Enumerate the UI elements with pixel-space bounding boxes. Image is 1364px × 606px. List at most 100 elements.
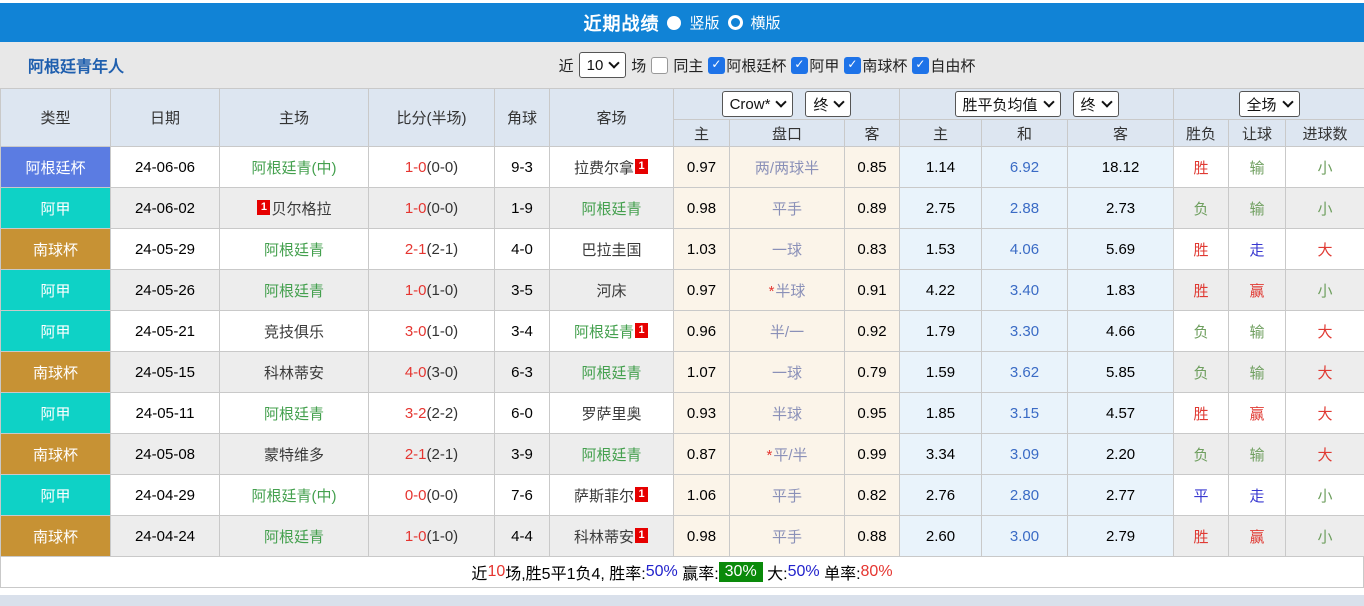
euro-away-odds: 1.83 [1068, 270, 1174, 311]
asian-final-select[interactable]: 终 [805, 91, 851, 117]
team-link[interactable]: 阿根廷青 [264, 529, 324, 546]
home-team-cell: 阿根廷青 [220, 229, 369, 270]
goals-cell: 小 [1286, 188, 1364, 229]
checked-checkbox-icon[interactable] [708, 57, 725, 74]
own-goal-badge: 1 [635, 487, 648, 502]
result-cell: 负 [1174, 434, 1229, 475]
asian-home-odds: 0.97 [674, 270, 730, 311]
score-cell: 3-2(2-2) [369, 393, 495, 434]
own-goal-badge: 1 [635, 528, 648, 543]
league-filter-argentina-cup[interactable]: 阿根廷杯 [708, 55, 786, 76]
match-date: 24-05-11 [111, 393, 220, 434]
team-link[interactable]: 罗萨里奥 [581, 406, 641, 423]
chevron-down-icon [1043, 96, 1054, 107]
asian-home-odds: 0.97 [674, 147, 730, 188]
euro-away-odds: 2.77 [1068, 475, 1174, 516]
team-link[interactable]: 竞技俱乐 [264, 324, 324, 341]
asian-away-odds: 0.85 [845, 147, 900, 188]
same-home-checkbox[interactable] [651, 57, 668, 74]
match-date: 24-05-15 [111, 352, 220, 393]
horizontal-layout-label[interactable]: 横版 [751, 12, 781, 33]
team-link[interactable]: 拉费尔拿 [574, 160, 634, 177]
checked-checkbox-icon[interactable] [912, 57, 929, 74]
away-team-cell: 阿根廷青 [550, 352, 674, 393]
match-date: 24-06-02 [111, 188, 220, 229]
league-badge: 南球杯 [1, 434, 111, 475]
team-link[interactable]: 阿根廷青 [264, 406, 324, 423]
result-cell: 平 [1174, 475, 1229, 516]
euro-draw-odds: 2.80 [982, 475, 1068, 516]
euro-draw-odds: 3.15 [982, 393, 1068, 434]
league-filter-primera[interactable]: 阿甲 [791, 55, 839, 76]
asian-home-odds: 0.98 [674, 188, 730, 229]
horizontal-layout-radio[interactable] [728, 15, 743, 30]
result-cell: 胜 [1174, 393, 1229, 434]
corners-cell: 4-4 [495, 516, 550, 557]
checked-checkbox-icon[interactable] [844, 57, 861, 74]
league-filter-libertadores[interactable]: 自由杯 [912, 55, 975, 76]
score-cell: 4-0(3-0) [369, 352, 495, 393]
team-link[interactable]: 阿根廷青 [581, 201, 641, 218]
asian-away-odds: 0.83 [845, 229, 900, 270]
chevron-down-icon [1101, 96, 1112, 107]
team-link[interactable]: 阿根廷青 [264, 283, 324, 300]
scope-select[interactable]: 全场 [1239, 91, 1300, 117]
team-link[interactable]: 蒙特维多 [264, 447, 324, 464]
chevron-down-icon [1282, 96, 1293, 107]
handicap-result-cell: 输 [1229, 188, 1286, 229]
checked-checkbox-icon[interactable] [791, 57, 808, 74]
asian-line: 平手 [730, 188, 845, 229]
euro-final-select[interactable]: 终 [1073, 91, 1119, 117]
team-link[interactable]: 河床 [596, 283, 626, 300]
league-badge: 阿甲 [1, 188, 111, 229]
team-link[interactable]: 阿根廷青 [574, 324, 634, 341]
asian-line: 一球 [730, 352, 845, 393]
team-link[interactable]: 科林蒂安 [264, 365, 324, 382]
match-date: 24-05-26 [111, 270, 220, 311]
games-count-select[interactable]: 10 [579, 52, 627, 78]
goals-cell: 大 [1286, 311, 1364, 352]
team-link[interactable]: 阿根廷青 [264, 242, 324, 259]
table-row: 南球杯 24-05-08 蒙特维多 2-1(2-1) 3-9 阿根廷青 0.87… [1, 434, 1364, 475]
euro-draw-odds: 3.30 [982, 311, 1068, 352]
asian-home-odds: 1.06 [674, 475, 730, 516]
same-home-label[interactable]: 同主 [673, 55, 703, 76]
table-row: 阿甲 24-04-29 阿根廷青(中) 0-0(0-0) 7-6 萨斯菲尔1 1… [1, 475, 1364, 516]
score-cell: 2-1(2-1) [369, 229, 495, 270]
score-cell: 1-0(1-0) [369, 516, 495, 557]
team-link[interactable]: 阿根廷青(中) [252, 160, 337, 177]
avg-odds-select[interactable]: 胜平负均值 [955, 91, 1061, 117]
corners-cell: 4-0 [495, 229, 550, 270]
handicap-result-cell: 赢 [1229, 393, 1286, 434]
home-team-cell: 1贝尔格拉 [220, 188, 369, 229]
euro-home-odds: 1.79 [900, 311, 982, 352]
sub-header-asian-away: 客 [845, 120, 900, 147]
league-filter-sudamericana[interactable]: 南球杯 [844, 55, 907, 76]
team-link[interactable]: 阿根廷青(中) [252, 488, 337, 505]
team-link[interactable]: 阿根廷青 [581, 365, 641, 382]
sub-header-goals: 进球数 [1286, 120, 1364, 147]
match-date: 24-06-06 [111, 147, 220, 188]
vertical-layout-label[interactable]: 竖版 [689, 12, 719, 33]
team-link[interactable]: 贝尔格拉 [271, 201, 331, 218]
vertical-layout-radio[interactable] [667, 16, 681, 30]
result-cell: 负 [1174, 188, 1229, 229]
euro-away-odds: 2.79 [1068, 516, 1174, 557]
sub-header-asian-home: 主 [674, 120, 730, 147]
euro-home-odds: 1.85 [900, 393, 982, 434]
euro-home-odds: 2.76 [900, 475, 982, 516]
summary-segment: 50% [788, 563, 820, 581]
league-badge: 阿甲 [1, 393, 111, 434]
match-date: 24-05-08 [111, 434, 220, 475]
chevron-down-icon [834, 96, 845, 107]
sub-header-euro-away: 客 [1068, 120, 1174, 147]
title-bar: 近期战绩 竖版 横版 [0, 3, 1364, 42]
league-badge: 阿甲 [1, 311, 111, 352]
team-link[interactable]: 科林蒂安 [574, 529, 634, 546]
team-link[interactable]: 阿根廷青 [581, 447, 641, 464]
away-team-cell: 拉费尔拿1 [550, 147, 674, 188]
odds-company-select[interactable]: Crow* [722, 91, 794, 117]
team-link[interactable]: 萨斯菲尔 [574, 488, 634, 505]
home-team-cell: 阿根廷青(中) [220, 147, 369, 188]
team-link[interactable]: 巴拉圭国 [581, 242, 641, 259]
